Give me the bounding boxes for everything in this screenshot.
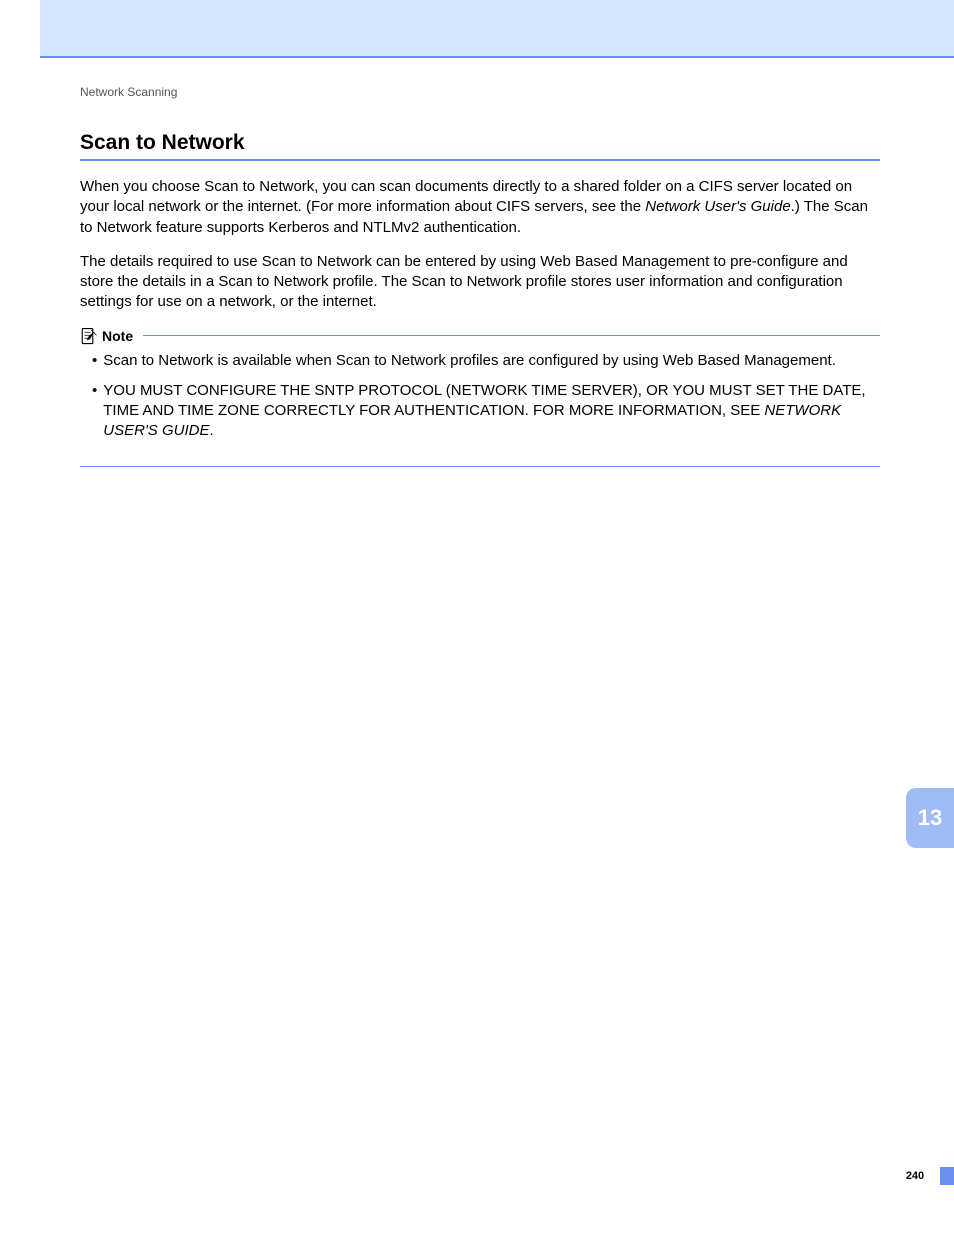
section-title: Scan to Network (80, 131, 880, 155)
header-rule (40, 56, 954, 58)
chapter-tab: 13 (906, 788, 954, 848)
note-item: • Scan to Network is available when Scan… (92, 351, 880, 371)
chapter-header: Network Scanning (80, 85, 880, 99)
note-i2-a: YOU MUST CONFIGURE THE SNTP PROTOCOL (NE… (103, 382, 865, 419)
note-item-text: Scan to Network is available when Scan t… (103, 351, 836, 371)
note-header-rule (143, 335, 880, 336)
bullet-icon: • (92, 381, 97, 442)
paragraph-1: When you choose Scan to Network, you can… (80, 177, 880, 238)
note-icon (80, 327, 98, 345)
note-label: Note (102, 328, 133, 344)
note-list: • Scan to Network is available when Scan… (80, 351, 880, 464)
note-header: Note (80, 327, 880, 345)
page-number: 240 (890, 1170, 940, 1182)
page-number-box: 240 (890, 1167, 954, 1185)
header-band (40, 0, 954, 56)
p1-reference: Network User's Guide (645, 198, 790, 215)
note-item: • YOU MUST CONFIGURE THE SNTP PROTOCOL (… (92, 381, 880, 442)
note-item-text: YOU MUST CONFIGURE THE SNTP PROTOCOL (NE… (103, 381, 880, 442)
section-title-rule (80, 159, 880, 161)
paragraph-2: The details required to use Scan to Netw… (80, 252, 880, 313)
bullet-icon: • (92, 351, 97, 371)
note-i2-b: . (209, 422, 213, 439)
page-number-accent (940, 1167, 954, 1185)
page-content: Network Scanning Scan to Network When yo… (80, 85, 880, 467)
note-footer-rule (80, 466, 880, 467)
